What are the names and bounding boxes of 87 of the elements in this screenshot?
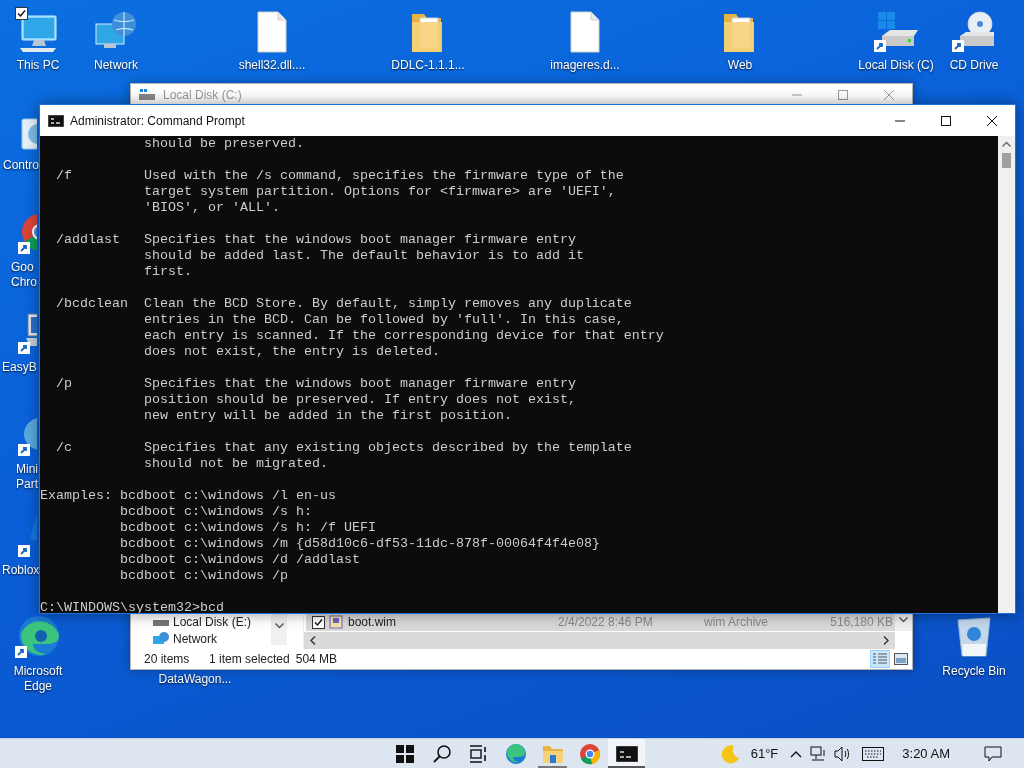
console-line: target system partition. Options for <firmware> are 'UEFI', xyxy=(142,184,616,200)
maximize-icon xyxy=(838,90,848,100)
item-count: 20 items xyxy=(144,651,191,668)
selection-count: 1 item selected xyxy=(209,651,290,668)
desktop-icon-label: EasyB xyxy=(2,360,37,375)
chrome-icon xyxy=(578,742,601,765)
chevron-right-icon[interactable] xyxy=(883,636,889,645)
keyboard-icon[interactable] xyxy=(862,746,885,761)
console-line: new entry will be added in the first position. xyxy=(142,408,512,424)
desktop-icon-label: Microsoft Edge xyxy=(13,664,63,694)
command-prompt-icon xyxy=(48,114,64,127)
desktop-icon-label: shell32.dll.... xyxy=(238,58,306,73)
chevron-left-icon[interactable] xyxy=(310,636,316,645)
selection-checkbox[interactable] xyxy=(15,7,28,20)
view-button[interactable] xyxy=(891,650,911,668)
clock[interactable]: 3:20 AM xyxy=(902,743,950,764)
file-name: boot.wim xyxy=(348,614,398,631)
task-view-icon xyxy=(468,744,489,763)
console-line: should not be migrated. xyxy=(142,456,328,472)
desktop-icon-label: Roblox xyxy=(2,563,40,578)
console-line: each entry is scanned. If the corresponding device for that entry xyxy=(142,328,664,344)
windows-start-icon xyxy=(395,744,414,763)
row-checkbox[interactable] xyxy=(312,615,325,629)
console-line: bcdboot c:\windows /p xyxy=(118,568,288,584)
desktop-icon-label: Local Disk (C) xyxy=(858,58,934,73)
desktop-icon-label: Web xyxy=(727,58,753,73)
file-size: 516,180 KB xyxy=(829,614,894,631)
console-line: /f Used with the /s command, specifies the firmware type of the xyxy=(55,168,624,184)
file-date: 2/4/2022 8:46 PM xyxy=(558,614,654,631)
scrollbar-thumb[interactable] xyxy=(1002,153,1011,168)
maximize-icon xyxy=(941,115,951,126)
archive-file-icon xyxy=(329,615,343,629)
desktop-icon-label: Mini Part xyxy=(16,462,38,492)
temperature[interactable]: 61°F xyxy=(750,743,779,764)
details-view-icon xyxy=(873,653,887,665)
desktop-icon-label: imageres.d... xyxy=(550,58,620,73)
desktop-icon-label: DDLC-1.1.1... xyxy=(391,58,465,73)
console-line: C:\WINDOWS\system32>bcd xyxy=(40,600,224,613)
console-line: first. xyxy=(142,264,192,280)
desktop-icon-label: DataWagon... xyxy=(158,672,232,687)
console-line: bcdboot c:\windows /s h: /f UEFI xyxy=(118,520,376,536)
selection-size: 504 MB xyxy=(295,651,338,668)
close-icon xyxy=(987,115,997,126)
desktop-icon-label: This PC xyxy=(16,58,60,73)
console-line: /bcdclean Clean the BCD Store. By default, simply removes any duplicate xyxy=(55,296,632,312)
drive-icon[interactable] xyxy=(872,10,920,54)
chevron-down-icon[interactable] xyxy=(274,623,284,629)
folder-icon xyxy=(541,743,564,764)
chevron-down-icon[interactable] xyxy=(899,617,908,623)
file-type: wim Archive xyxy=(704,614,769,631)
nav-item[interactable]: Network xyxy=(131,630,303,647)
window-title: Administrator: Command Prompt xyxy=(70,112,245,130)
console-line: bcdboot c:\windows /d /addlast xyxy=(118,552,360,568)
console-line: Examples: bcdboot c:\windows /l en-us xyxy=(40,488,336,504)
close-icon xyxy=(884,90,894,100)
command-prompt-icon xyxy=(615,745,638,762)
console-line: /addlast Specifies that the windows boot manager firmware entry xyxy=(55,232,576,248)
console-line: does not exist, the entry is deleted. xyxy=(142,344,440,360)
console-line: bcdboot c:\windows /s h: xyxy=(118,504,312,520)
window-title: Local Disk (C:) xyxy=(163,87,242,104)
tiles-view-icon xyxy=(894,653,908,665)
network-icon[interactable] xyxy=(810,745,827,762)
network-icon xyxy=(153,631,169,646)
console-line: entries in the BCD. Can be followed by 'full'. In this case, xyxy=(142,312,624,328)
console-line: should be added last. The default behavior is to add it xyxy=(142,248,584,264)
horizontal-scrollbar[interactable] xyxy=(304,632,895,649)
taskbar-button[interactable] xyxy=(608,739,645,768)
console-line: should be preserved. xyxy=(142,136,304,152)
desktop-icon-label: Contro xyxy=(3,158,40,173)
drive-icon xyxy=(139,89,155,101)
search-icon xyxy=(431,743,452,764)
edge-icon xyxy=(504,742,527,765)
console-line: bcdboot c:\windows /m {d58d10c6-df53-11dc-878f-00064f4f4e08} xyxy=(118,536,600,552)
desktop-icon-label: CD Drive xyxy=(949,58,999,73)
notification-icon[interactable] xyxy=(984,745,1002,762)
desktop-icon-label: Recycle Bin xyxy=(942,664,1006,679)
scroll-up-icon[interactable] xyxy=(1002,141,1011,147)
desktop-icon-label: Goo Chro xyxy=(11,260,37,290)
desktop-icon-label: Network xyxy=(94,58,138,73)
recycle-bin-icon[interactable] xyxy=(954,614,994,658)
chevron-up-icon[interactable] xyxy=(790,749,803,758)
vertical-scrollbar[interactable] xyxy=(998,136,1015,613)
console-line: 'BIOS', or 'ALL'. xyxy=(142,200,280,216)
console-line: position should be preserved. If entry does not exist, xyxy=(142,392,576,408)
console-line: /p Specifies that the windows boot manager firmware entry xyxy=(55,376,576,392)
console-line: /c Specifies that any existing objects described by the template xyxy=(55,440,632,456)
nav-item[interactable]: Local Disk (E:) xyxy=(131,613,303,630)
